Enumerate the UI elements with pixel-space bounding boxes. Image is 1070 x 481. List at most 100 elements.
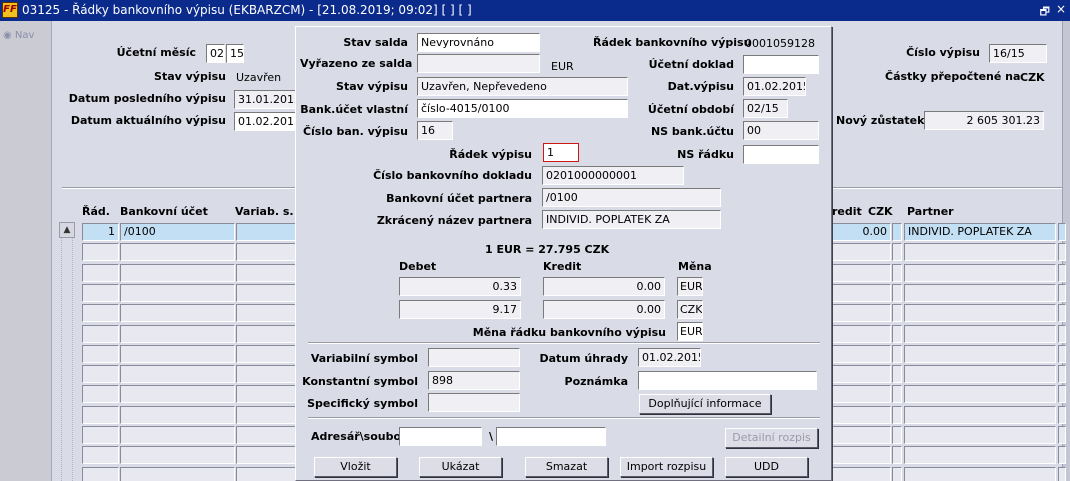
grid-scroll-track[interactable] — [61, 238, 73, 481]
adresar-field[interactable] — [399, 427, 482, 446]
cell-bankovni-ucet[interactable] — [120, 243, 235, 261]
cell-bankovni-ucet[interactable] — [120, 446, 235, 464]
cell-bankovni-ucet[interactable] — [120, 467, 235, 481]
cell-partner[interactable]: INDIVID. POPLATEK ZA — [904, 223, 1056, 241]
cell-kredit[interactable] — [829, 243, 891, 261]
cell-bankovni-ucet[interactable] — [120, 345, 235, 363]
cell-edge[interactable] — [1058, 243, 1066, 261]
cell-rad[interactable] — [82, 467, 119, 481]
cell-variab[interactable] — [236, 243, 296, 261]
cell-gap[interactable] — [892, 243, 902, 261]
cell-rad[interactable] — [82, 243, 119, 261]
ns-bank-uctu-field[interactable]: 00 — [743, 121, 819, 140]
konstantni-field[interactable]: 898 — [428, 371, 520, 390]
cell-variab[interactable] — [236, 446, 296, 464]
cell-rad[interactable] — [82, 284, 119, 302]
cell-bankovni-ucet[interactable] — [120, 304, 235, 322]
cell-edge[interactable] — [1058, 426, 1066, 444]
cell-rad[interactable] — [82, 345, 119, 363]
cell-edge[interactable] — [1058, 325, 1066, 343]
cell-gap[interactable] — [892, 345, 902, 363]
cell-bankovni-ucet[interactable] — [120, 426, 235, 444]
cell-kredit[interactable]: 0.00 — [829, 223, 891, 241]
cell-variab[interactable] — [236, 406, 296, 424]
datum-aktualniho-field[interactable]: 01.02.2015 — [234, 112, 296, 131]
cell-variab[interactable] — [236, 467, 296, 481]
cell-gap[interactable] — [892, 365, 902, 383]
cell-kredit[interactable] — [829, 264, 891, 282]
cell-variab[interactable] — [236, 426, 296, 444]
cell-edge[interactable] — [1058, 223, 1066, 241]
datum-posledniho-field[interactable]: 31.01.2015 — [234, 90, 296, 109]
mena-radku-field[interactable]: EUR — [677, 322, 703, 341]
kredit-field-2[interactable]: 0.00 — [543, 300, 665, 319]
cell-bankovni-ucet[interactable]: /0100 — [120, 223, 235, 241]
cell-rad[interactable] — [82, 446, 119, 464]
cell-partner[interactable] — [904, 385, 1056, 403]
cell-edge[interactable] — [1058, 284, 1066, 302]
cell-variab[interactable] — [236, 284, 296, 302]
scroll-up-arrow-icon[interactable]: ▲ — [59, 222, 75, 238]
cell-bankovni-ucet[interactable] — [120, 385, 235, 403]
kredit-field-1[interactable]: 0.00 — [543, 277, 665, 296]
cell-variab[interactable] — [236, 365, 296, 383]
cell-rad[interactable] — [82, 264, 119, 282]
zkraceny-nazev-field[interactable]: INDIVID. POPLATEK ZA — [542, 210, 721, 229]
cell-kredit[interactable] — [829, 446, 891, 464]
cell-gap[interactable] — [892, 264, 902, 282]
cell-kredit[interactable] — [829, 467, 891, 481]
debet-field-1[interactable]: 0.33 — [399, 277, 521, 296]
cell-edge[interactable] — [1058, 446, 1066, 464]
cell-rad[interactable] — [82, 325, 119, 343]
stav-salda-field[interactable]: Nevyrovnáno — [417, 33, 540, 52]
cell-gap[interactable] — [892, 304, 902, 322]
cell-partner[interactable] — [904, 284, 1056, 302]
cell-edge[interactable] — [1058, 467, 1066, 481]
cell-partner[interactable] — [904, 467, 1056, 481]
cell-kredit[interactable] — [829, 325, 891, 343]
cell-variab[interactable] — [236, 325, 296, 343]
cell-partner[interactable] — [904, 365, 1056, 383]
cell-rad[interactable] — [82, 426, 119, 444]
cell-bankovni-ucet[interactable] — [120, 406, 235, 424]
cell-rad[interactable] — [82, 365, 119, 383]
cell-gap[interactable] — [892, 223, 902, 241]
ucetni-obdobi-field[interactable]: 02/15 — [743, 99, 788, 118]
cell-gap[interactable] — [892, 284, 902, 302]
variabilni-field[interactable] — [428, 348, 520, 367]
cell-kredit[interactable] — [829, 304, 891, 322]
dialog-stav-vypisu-field[interactable]: Uzavřen, Nepřevedeno — [417, 77, 628, 96]
cell-edge[interactable] — [1058, 406, 1066, 424]
cell-gap[interactable] — [892, 426, 902, 444]
mena-field-1[interactable]: EUR — [677, 277, 703, 296]
cell-rad[interactable] — [82, 406, 119, 424]
cislo-ban-vypisu-field[interactable]: 16 — [417, 121, 453, 140]
cell-rad[interactable]: 1 — [82, 223, 119, 241]
cell-kredit[interactable] — [829, 385, 891, 403]
cell-kredit[interactable] — [829, 284, 891, 302]
cell-gap[interactable] — [892, 446, 902, 464]
cell-partner[interactable] — [904, 446, 1056, 464]
cell-edge[interactable] — [1058, 365, 1066, 383]
soubor-field[interactable] — [496, 427, 606, 446]
cell-partner[interactable] — [904, 243, 1056, 261]
cell-rad[interactable] — [82, 304, 119, 322]
bank-ucet-vlastni-field[interactable]: číslo-4015/0100 — [417, 99, 628, 118]
debet-field-2[interactable]: 9.17 — [399, 300, 521, 319]
bank-ucet-partnera-field[interactable]: /0100 — [542, 188, 721, 207]
cell-gap[interactable] — [892, 406, 902, 424]
poznamka-field[interactable] — [638, 371, 817, 390]
cell-variab[interactable] — [236, 385, 296, 403]
specificky-field[interactable] — [428, 393, 520, 412]
cell-gap[interactable] — [892, 325, 902, 343]
cell-variab[interactable] — [236, 304, 296, 322]
cell-partner[interactable] — [904, 264, 1056, 282]
restore-window-icon[interactable]: 🗗 — [1040, 3, 1050, 22]
ukazat-button[interactable]: Ukázat — [419, 457, 502, 477]
cell-edge[interactable] — [1058, 304, 1066, 322]
cell-kredit[interactable] — [829, 426, 891, 444]
cislo-bank-dokladu-field[interactable]: 0201000000001 — [542, 166, 684, 185]
cell-variab[interactable] — [236, 223, 296, 241]
mena-field-2[interactable]: CZK — [677, 300, 703, 319]
cislo-vypisu-field[interactable]: 16/15 — [989, 44, 1047, 63]
